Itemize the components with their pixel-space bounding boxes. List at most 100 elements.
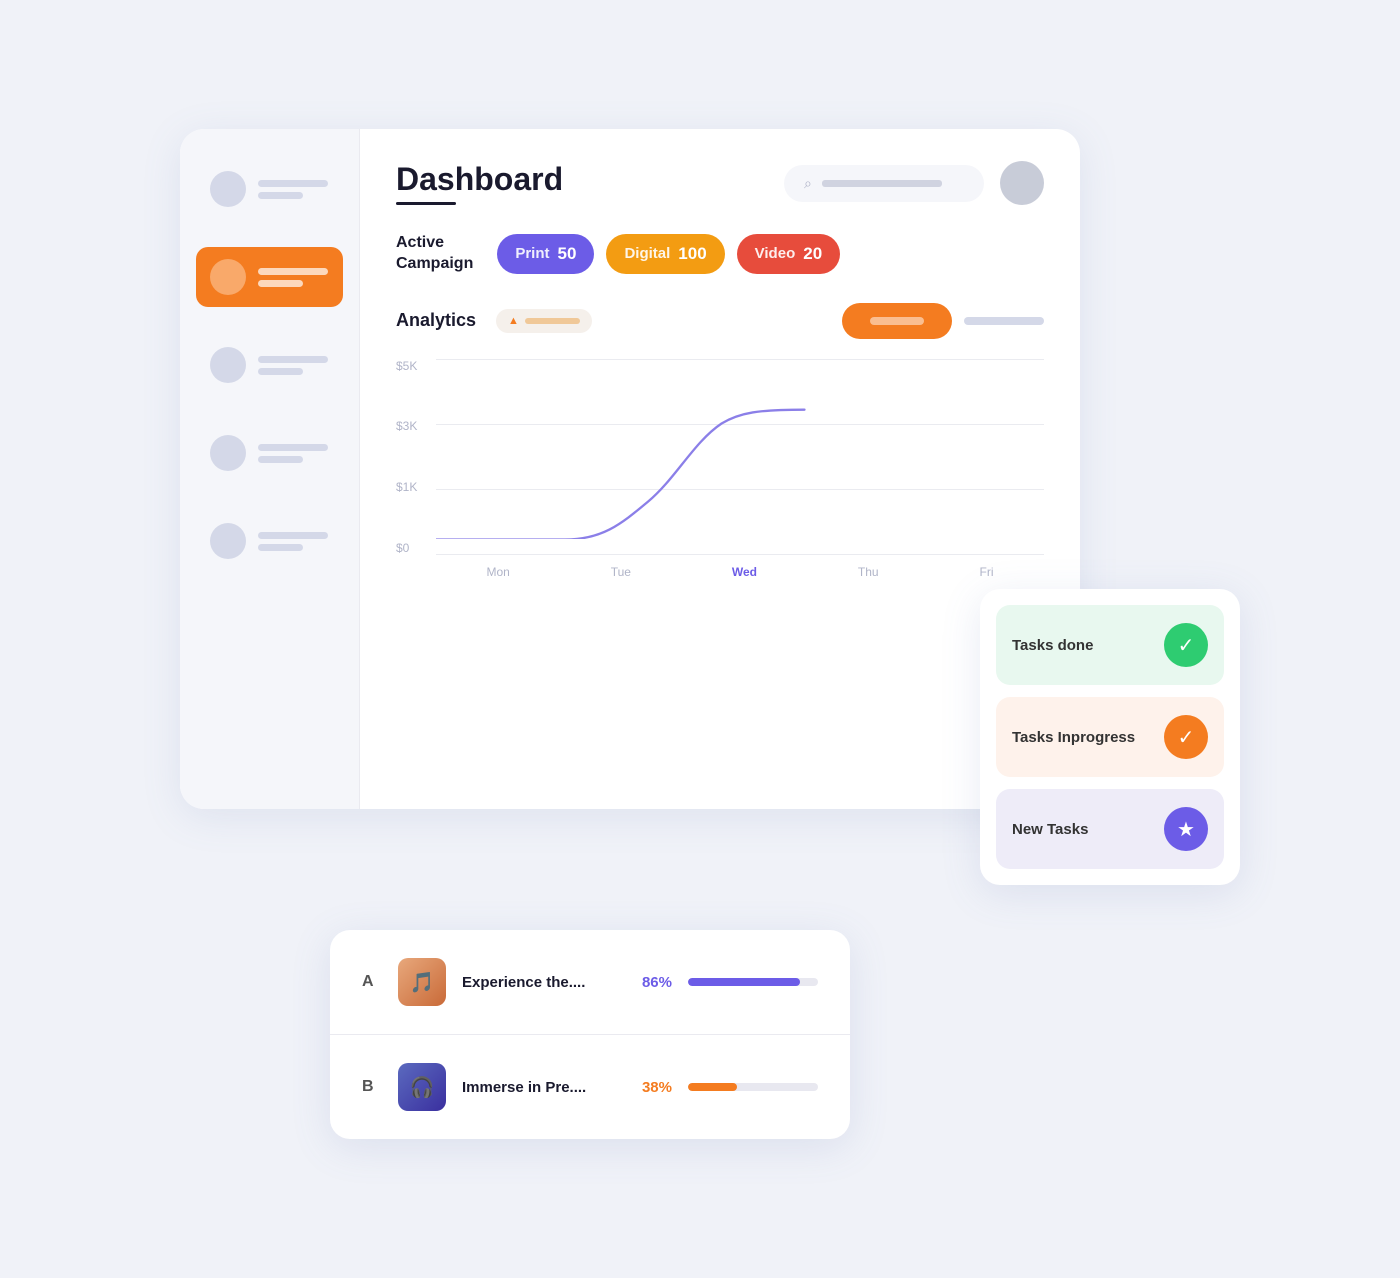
sidebar-line-short-5 xyxy=(258,544,303,551)
sidebar xyxy=(180,129,360,809)
task-item-done[interactable]: Tasks done ✓ xyxy=(996,605,1224,685)
sidebar-line-short-4 xyxy=(258,456,303,463)
y-label-0: $0 xyxy=(396,541,417,555)
sidebar-line-long xyxy=(258,180,328,187)
row-title-a: Experience the.... xyxy=(462,974,616,991)
analytics-period-button[interactable] xyxy=(842,303,952,339)
sidebar-line-long-4 xyxy=(258,444,328,451)
task-done-label: Tasks done xyxy=(1012,637,1093,654)
analytics-controls-left: ▲ xyxy=(496,309,592,333)
x-label-mon: Mon xyxy=(486,565,509,579)
grid-line-4 xyxy=(436,554,1044,555)
search-icon: ⌕ xyxy=(804,175,812,192)
task-item-new[interactable]: New Tasks ★ xyxy=(996,789,1224,869)
campaign-label: ActiveCampaign xyxy=(396,233,473,275)
task-done-icon: ✓ xyxy=(1164,623,1208,667)
sidebar-avatar-4 xyxy=(210,435,246,471)
badge-video-label: Video xyxy=(755,245,796,262)
avatar[interactable] xyxy=(1000,161,1044,205)
sidebar-avatar-3 xyxy=(210,347,246,383)
chart-x-labels: Mon Tue Wed Thu Fri xyxy=(436,565,1044,579)
list-row-a: A 🎵 Experience the.... 86% xyxy=(362,958,818,1006)
row-title-b: Immerse in Pre.... xyxy=(462,1079,616,1096)
chart-area: $5K $3K $1K $0 xyxy=(396,359,1044,579)
sidebar-item-1[interactable] xyxy=(196,159,343,219)
sidebar-line-short xyxy=(258,192,303,199)
campaign-section: ActiveCampaign Print 50 Digital 100 Vide… xyxy=(396,233,1044,275)
search-bar[interactable]: ⌕ xyxy=(784,165,984,202)
progress-fill-a xyxy=(688,978,800,986)
sidebar-avatar-2 xyxy=(210,259,246,295)
title-underline xyxy=(396,202,456,205)
badge-print-label: Print xyxy=(515,245,549,262)
thumb-a-icon: 🎵 xyxy=(398,958,446,1006)
y-label-5k: $5K xyxy=(396,359,417,373)
thumb-b-icon: 🎧 xyxy=(398,1063,446,1111)
sidebar-item-5[interactable] xyxy=(196,511,343,571)
task-inprogress-icon: ✓ xyxy=(1164,715,1208,759)
header-title-block: Dashboard xyxy=(396,161,563,205)
sidebar-line-long-2 xyxy=(258,268,328,275)
row-pct-a: 86% xyxy=(632,974,672,991)
header: Dashboard ⌕ xyxy=(396,161,1044,205)
sidebar-avatar-1 xyxy=(210,171,246,207)
chevron-up-icon: ▲ xyxy=(508,315,519,327)
x-label-fri: Fri xyxy=(980,565,994,579)
progress-bar-a xyxy=(688,978,818,986)
analytics-header: Analytics ▲ xyxy=(396,303,1044,339)
sidebar-lines-4 xyxy=(258,444,328,463)
list-card: A 🎵 Experience the.... 86% B 🎧 Immerse i… xyxy=(330,930,850,1139)
y-label-3k: $3K xyxy=(396,419,417,433)
progress-fill-b xyxy=(688,1083,737,1091)
analytics-filter-pill[interactable]: ▲ xyxy=(496,309,592,333)
badge-video[interactable]: Video 20 xyxy=(737,234,841,274)
sidebar-line-short-3 xyxy=(258,368,303,375)
page-title: Dashboard xyxy=(396,161,563,198)
progress-bar-b xyxy=(688,1083,818,1091)
badge-digital[interactable]: Digital 100 xyxy=(606,234,724,274)
sidebar-lines-3 xyxy=(258,356,328,375)
sidebar-lines-2 xyxy=(258,268,328,287)
chart-y-labels: $5K $3K $1K $0 xyxy=(396,359,417,579)
sidebar-avatar-5 xyxy=(210,523,246,559)
row-letter-b: B xyxy=(362,1078,382,1096)
badge-digital-label: Digital xyxy=(624,245,670,262)
x-label-tue: Tue xyxy=(611,565,631,579)
row-pct-b: 38% xyxy=(632,1079,672,1096)
task-new-label: New Tasks xyxy=(1012,821,1088,838)
x-label-wed: Wed xyxy=(732,565,757,579)
thumb-b: 🎧 xyxy=(398,1063,446,1111)
main-dashboard-card: Dashboard ⌕ ActiveCampaign Print xyxy=(180,129,1080,809)
analytics-section: Analytics ▲ xyxy=(396,303,1044,777)
badge-print[interactable]: Print 50 xyxy=(497,234,594,274)
main-content: Dashboard ⌕ ActiveCampaign Print xyxy=(360,129,1080,809)
analytics-header-group: Analytics ▲ xyxy=(396,309,592,333)
analytics-period-line xyxy=(964,317,1044,325)
analytics-controls-right xyxy=(842,303,1044,339)
task-inprogress-label: Tasks Inprogress xyxy=(1012,729,1135,746)
y-label-1k: $1K xyxy=(396,480,417,494)
task-new-icon: ★ xyxy=(1164,807,1208,851)
chart-svg xyxy=(436,359,1044,540)
campaign-badges: Print 50 Digital 100 Video 20 xyxy=(497,234,840,274)
sidebar-lines-5 xyxy=(258,532,328,551)
sidebar-item-4[interactable] xyxy=(196,423,343,483)
badge-digital-value: 100 xyxy=(678,244,706,264)
search-placeholder xyxy=(822,180,942,187)
thumb-a: 🎵 xyxy=(398,958,446,1006)
tasks-panel: Tasks done ✓ Tasks Inprogress ✓ New Task… xyxy=(980,589,1240,885)
sidebar-item-3[interactable] xyxy=(196,335,343,395)
task-item-inprogress[interactable]: Tasks Inprogress ✓ xyxy=(996,697,1224,777)
sidebar-line-short-2 xyxy=(258,280,303,287)
list-divider xyxy=(330,1034,850,1035)
sidebar-item-2-active[interactable] xyxy=(196,247,343,307)
list-row-b: B 🎧 Immerse in Pre.... 38% xyxy=(362,1063,818,1111)
x-label-thu: Thu xyxy=(858,565,879,579)
badge-print-value: 50 xyxy=(558,244,577,264)
sidebar-lines-1 xyxy=(258,180,328,199)
sidebar-line-long-5 xyxy=(258,532,328,539)
row-letter-a: A xyxy=(362,973,382,991)
badge-video-value: 20 xyxy=(803,244,822,264)
sidebar-line-long-3 xyxy=(258,356,328,363)
chart-main: Mon Tue Wed Thu Fri xyxy=(436,359,1044,579)
